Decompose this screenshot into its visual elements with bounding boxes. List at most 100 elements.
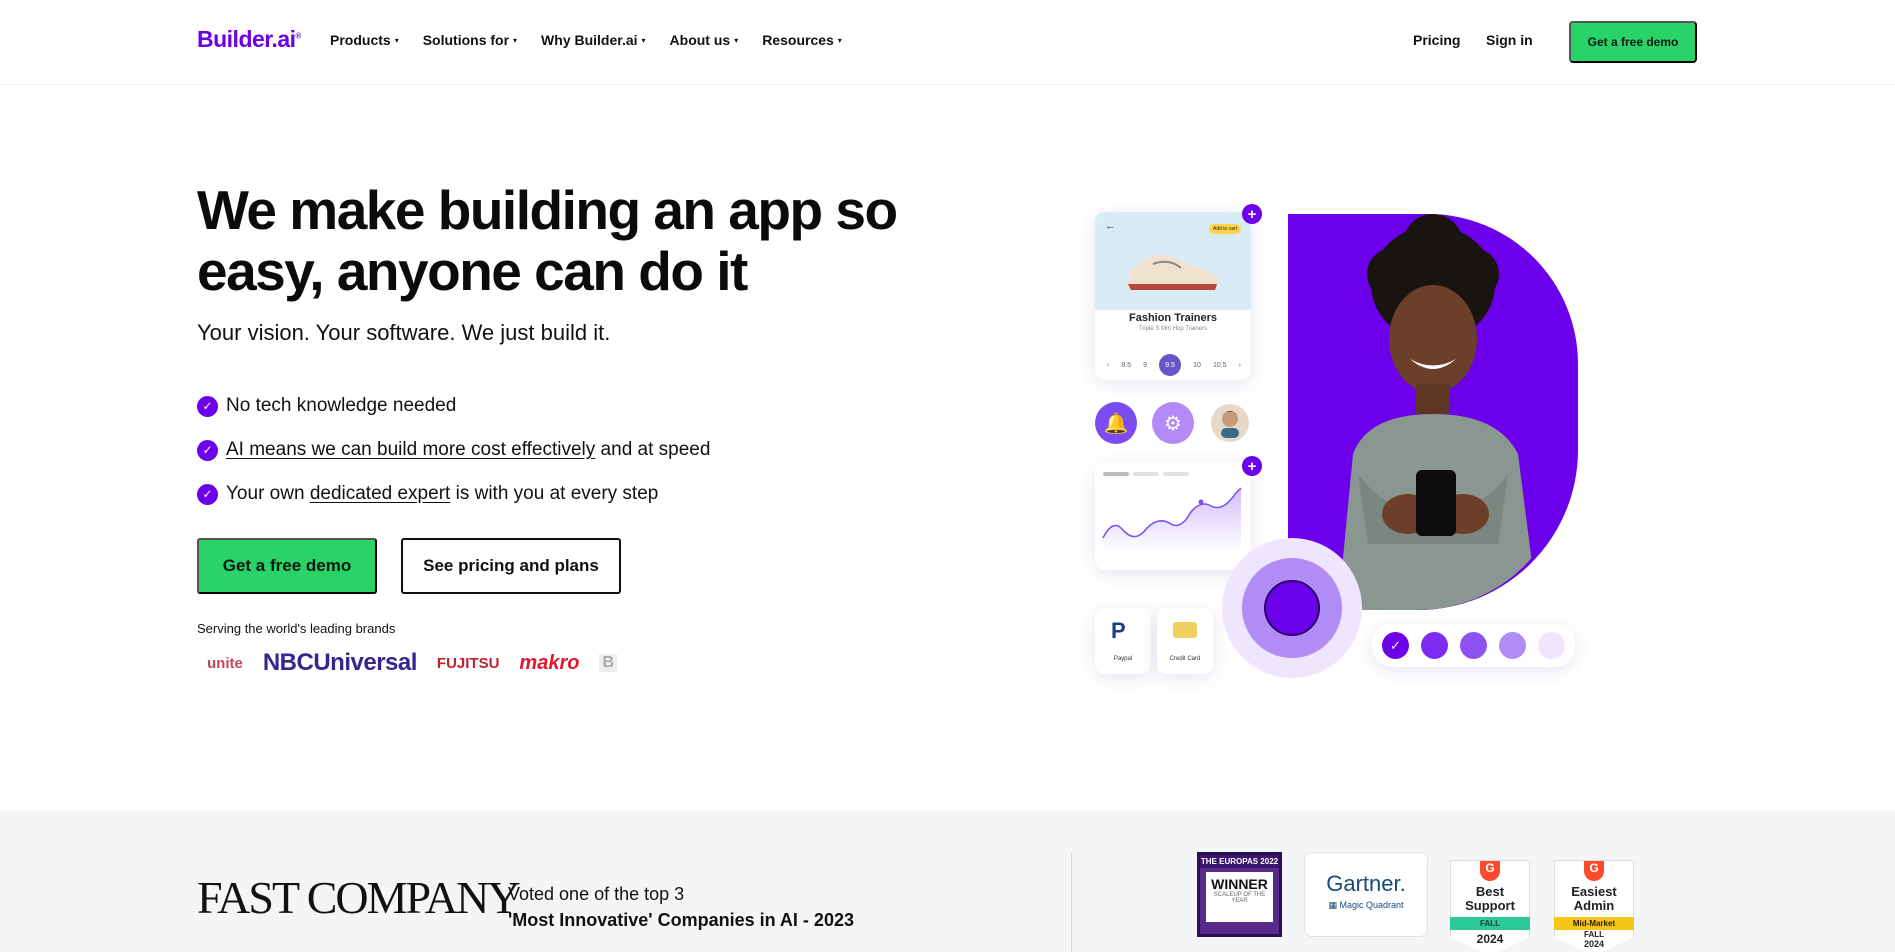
gartner-badge: Gartner. ▦ Magic Quadrant (1304, 852, 1428, 937)
progress-dot (1538, 632, 1565, 659)
product-subtitle: Triple S Mm Hop Trainers (1138, 326, 1208, 332)
chevron-down-icon: ▾ (641, 35, 646, 45)
sign-in-link[interactable]: Sign in (1486, 32, 1533, 48)
nav-item-label: About us (669, 32, 731, 48)
size-selector: ‹ 8.5 9 9.5 10 10.5 › (1101, 354, 1247, 376)
progress-dot (1460, 632, 1487, 659)
avatar (1209, 402, 1251, 444)
feature-item: ✓ Your own dedicated expert is with you … (197, 472, 710, 516)
hero-illustration: ← Add to cart Fashion Trainers Triple S … (1090, 200, 1590, 680)
logo-registered-mark: ® (295, 31, 302, 41)
nav-menu: Products ▾ Solutions for ▾ Why Builder.ai ▾… (330, 32, 842, 48)
brand-logo-makro: makro (519, 651, 580, 674)
brand-logo-carousel: unite NBCUniversal FUJITSU makro B (207, 648, 647, 678)
badge-title: Best Support (1465, 884, 1515, 913)
check-icon: ✓ (1382, 632, 1409, 659)
pricing-link[interactable]: Pricing (1413, 32, 1460, 48)
chevron-left-icon: ‹ (1107, 361, 1110, 369)
credit-card-label: Credit Card (1169, 656, 1201, 662)
chevron-down-icon: ▾ (837, 35, 842, 45)
feature-item: ✓ No tech knowledge needed (197, 384, 710, 428)
chevron-down-icon: ▾ (513, 35, 518, 45)
g2-logo-icon: G (1480, 861, 1500, 881)
feature-text: and at speed (595, 439, 711, 460)
progress-dots: ✓ (1372, 624, 1575, 667)
feature-text: No tech knowledge needed (226, 395, 457, 416)
size-option: 10.5 (1212, 361, 1227, 369)
progress-dot (1499, 632, 1526, 659)
get-free-demo-button[interactable]: Get a free demo (197, 538, 377, 594)
bell-icon: 🔔 (1095, 402, 1137, 444)
nav-get-demo-button[interactable]: Get a free demo (1569, 21, 1697, 63)
top-navigation: Builder.ai® Products ▾ Solutions for ▾ Why… (0, 0, 1895, 85)
logo-text: Builder.ai (197, 26, 296, 52)
brand-logo-fujitsu: FUJITSU (436, 654, 500, 672)
serving-brands-label: Serving the world's leading brands (197, 621, 396, 636)
badge-title: Easiest Admin (1571, 884, 1617, 913)
europas-header: THE EUROPAS 2022 (1200, 855, 1279, 868)
nav-item-label: Resources (762, 32, 834, 48)
brand-logo-nbcuniversal: NBCUniversal (262, 649, 418, 676)
hero-title: We make building an app so easy, anyone … (197, 179, 898, 302)
see-pricing-button[interactable]: See pricing and plans (401, 538, 621, 594)
plus-icon: + (1242, 204, 1262, 224)
sneaker-image (1127, 255, 1219, 290)
badge-season: FALL (1450, 917, 1530, 930)
nav-item-solutions[interactable]: Solutions for ▾ (423, 32, 517, 48)
magic-quadrant-icon: ▦ (1328, 900, 1337, 910)
feature-list: ✓ No tech knowledge needed ✓ AI means we… (197, 384, 710, 516)
badge-ribbon: Mid-Market (1554, 917, 1634, 930)
product-card: ← Add to cart Fashion Trainers Triple S … (1095, 212, 1251, 380)
size-option: 10 (1193, 361, 1201, 369)
nav-item-about-us[interactable]: About us ▾ (670, 32, 739, 48)
check-icon: ✓ (197, 395, 218, 417)
analytics-chart-card (1095, 462, 1251, 570)
paypal-label: Paypal (1113, 656, 1133, 662)
gear-icon: ⚙ (1152, 402, 1194, 444)
brand-logo-unite: unite (207, 654, 243, 672)
dedicated-expert-link[interactable]: dedicated expert (310, 483, 451, 505)
nav-item-label: Products (330, 32, 391, 48)
voted-text-line1: Voted one of the top 3 (508, 884, 685, 904)
nav-item-resources[interactable]: Resources ▾ (762, 32, 842, 48)
ai-cost-link[interactable]: AI means we can build more cost effectiv… (226, 439, 595, 461)
wallet-icon (1173, 622, 1197, 638)
nav-item-why-builder[interactable]: Why Builder.ai ▾ (541, 32, 645, 48)
paypal-icon: P (1111, 618, 1126, 643)
plus-icon: + (1242, 456, 1262, 476)
chevron-down-icon: ▾ (734, 35, 739, 45)
nav-item-products[interactable]: Products ▾ (330, 32, 399, 48)
chevron-down-icon: ▾ (394, 35, 399, 45)
g2-easiest-admin-badge: G Easiest Admin Mid-Market FALL 2024 (1554, 860, 1634, 952)
voted-text-line2: 'Most Innovative' Companies in AI - 2023 (508, 910, 854, 930)
add-to-cart-badge: Add to cart (1209, 224, 1242, 234)
gartner-subtitle: Magic Quadrant (1339, 900, 1404, 910)
europas-category: SCALEUP OF THE YEAR (1213, 892, 1266, 904)
feature-text: is with you at every step (450, 483, 659, 504)
builder-logo[interactable]: Builder.ai® (197, 26, 301, 53)
nav-item-label: Solutions for (422, 32, 510, 48)
brand-logo-partial: B (599, 654, 618, 672)
size-option: 9 (1143, 361, 1148, 369)
size-option: 8.5 (1121, 361, 1132, 369)
feature-text: Your own (226, 483, 310, 504)
credit-card-card: Credit Card (1157, 608, 1213, 674)
line-graph (1102, 487, 1242, 552)
feature-item: ✓ AI means we can build more cost effect… (197, 428, 710, 472)
badge-season: FALL (1584, 930, 1604, 939)
check-icon: ✓ (197, 439, 218, 461)
progress-dot (1421, 632, 1448, 659)
g2-logo-icon: G (1584, 861, 1604, 881)
paypal-card: P Paypal (1095, 608, 1151, 674)
chevron-right-icon: › (1238, 361, 1241, 369)
g2-best-support-badge: G Best Support FALL 2024 (1450, 860, 1530, 952)
nav-item-label: Why Builder.ai (541, 32, 638, 48)
gartner-logo: Gartner. (1326, 871, 1406, 896)
product-title: Fashion Trainers (1128, 312, 1218, 324)
europas-winner-label: WINNER (1211, 876, 1268, 892)
size-option-selected: 9.5 (1159, 354, 1182, 376)
awards-divider (1071, 853, 1072, 952)
fast-company-logo: FAST COMPANY (197, 872, 521, 923)
europas-award-badge: THE EUROPAS 2022 WINNER SCALEUP OF THE Y… (1197, 852, 1282, 937)
target-center (1264, 580, 1320, 636)
